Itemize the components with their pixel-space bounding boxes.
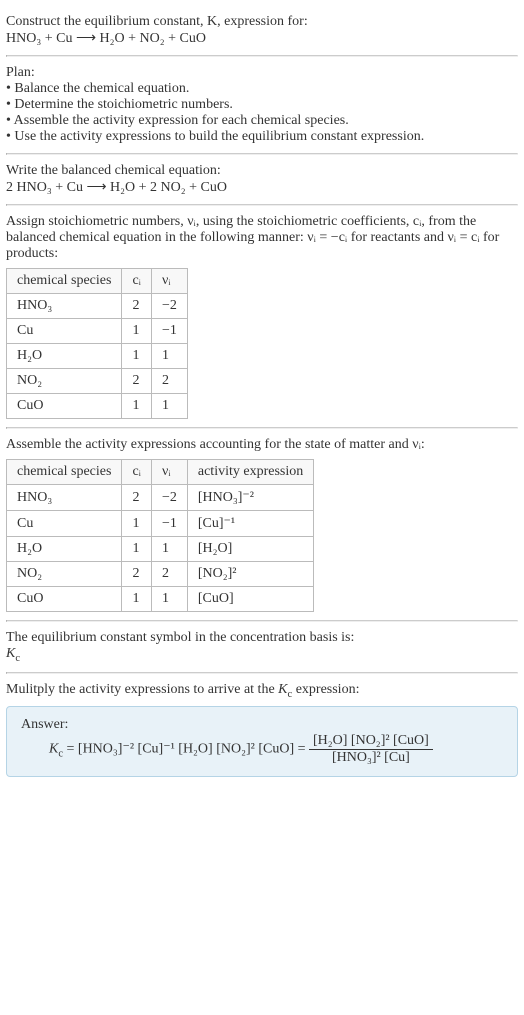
table-row: NO₂ 2 2 [NO₂]² (7, 562, 314, 587)
cell: 1 (151, 344, 187, 369)
cell: [H₂O] (187, 537, 313, 562)
cell: H₂O (7, 344, 122, 369)
cell: [CuO] (187, 587, 313, 612)
cell: 2 (151, 369, 187, 394)
assemble-text: Assemble the activity expressions accoun… (6, 437, 518, 453)
cell: NO₂ (7, 562, 122, 587)
cell: [NO₂]² (187, 562, 313, 587)
table-row: NO₂ 2 2 (7, 369, 188, 394)
multiply-block: Mulitply the activity expressions to arr… (6, 674, 518, 785)
balanced-eq: 2 HNO₃ + Cu ⟶ H₂O + 2 NO₂ + CuO (6, 179, 518, 196)
cell: −2 (151, 485, 187, 511)
cell: 2 (122, 485, 152, 511)
cell: NO₂ (7, 369, 122, 394)
balanced-heading: Write the balanced chemical equation: (6, 163, 518, 179)
answer-fraction: [H₂O] [NO₂]² [CuO] [HNO₃]² [Cu] (309, 733, 433, 766)
answer-den: [HNO₃]² [Cu] (309, 750, 433, 766)
cell: Cu (7, 511, 122, 537)
cell: −1 (151, 319, 187, 344)
cell: [Cu]⁻¹ (187, 511, 313, 537)
plan-block: Plan: • Balance the chemical equation. •… (6, 57, 518, 153)
cell: HNO₃ (7, 294, 122, 319)
assemble-block: Assemble the activity expressions accoun… (6, 429, 518, 620)
cell: 1 (122, 344, 152, 369)
plan-item: • Determine the stoichiometric numbers. (6, 97, 518, 113)
table-row: chemical species cᵢ νᵢ activity expressi… (7, 460, 314, 485)
table-row: Cu 1 −1 (7, 319, 188, 344)
cell: CuO (7, 587, 122, 612)
balanced-block: Write the balanced chemical equation: 2 … (6, 155, 518, 204)
symbol-text: The equilibrium constant symbol in the c… (6, 630, 518, 646)
table-row: HNO₃ 2 −2 [HNO₃]⁻² (7, 485, 314, 511)
col-header: νᵢ (151, 269, 187, 294)
cell: −1 (151, 511, 187, 537)
title-line1: Construct the equilibrium constant, K, e… (6, 14, 518, 30)
col-header: chemical species (7, 269, 122, 294)
table-row: HNO₃ 2 −2 (7, 294, 188, 319)
cell: 2 (122, 369, 152, 394)
answer-num: [H₂O] [NO₂]² [CuO] (309, 733, 433, 750)
table-row: chemical species cᵢ νᵢ (7, 269, 188, 294)
stoich-table: chemical species cᵢ νᵢ HNO₃ 2 −2 Cu 1 −1… (6, 268, 188, 419)
col-header: chemical species (7, 460, 122, 485)
plan-heading: Plan: (6, 65, 518, 81)
col-header: cᵢ (122, 460, 152, 485)
title-line2: HNO₃ + Cu ⟶ H₂O + NO₂ + CuO (6, 30, 518, 47)
cell: −2 (151, 294, 187, 319)
cell: 1 (122, 394, 152, 419)
plan-item: • Balance the chemical equation. (6, 81, 518, 97)
plan-item: • Use the activity expressions to build … (6, 129, 518, 145)
cell: 1 (151, 394, 187, 419)
assign-block: Assign stoichiometric numbers, νᵢ, using… (6, 206, 518, 427)
cell: 1 (122, 587, 152, 612)
cell: 1 (122, 511, 152, 537)
cell: 2 (122, 294, 152, 319)
answer-label: Answer: (21, 717, 503, 733)
symbol-sub: c (15, 653, 20, 664)
multiply-text: Mulitply the activity expressions to arr… (6, 682, 518, 700)
cell: CuO (7, 394, 122, 419)
symbol-value: K (6, 646, 15, 661)
cell: 1 (122, 319, 152, 344)
plan-item: • Assemble the activity expression for e… (6, 113, 518, 129)
table-row: CuO 1 1 [CuO] (7, 587, 314, 612)
cell: 1 (151, 587, 187, 612)
cell: Cu (7, 319, 122, 344)
cell: 1 (122, 537, 152, 562)
symbol-block: The equilibrium constant symbol in the c… (6, 622, 518, 672)
col-header: activity expression (187, 460, 313, 485)
cell: 2 (151, 562, 187, 587)
assign-text: Assign stoichiometric numbers, νᵢ, using… (6, 214, 518, 262)
table-row: CuO 1 1 (7, 394, 188, 419)
table-row: H₂O 1 1 (7, 344, 188, 369)
title-block: Construct the equilibrium constant, K, e… (6, 6, 518, 55)
cell: [HNO₃]⁻² (187, 485, 313, 511)
activity-table: chemical species cᵢ νᵢ activity expressi… (6, 459, 314, 612)
col-header: cᵢ (122, 269, 152, 294)
cell: HNO₃ (7, 485, 122, 511)
table-row: Cu 1 −1 [Cu]⁻¹ (7, 511, 314, 537)
table-row: H₂O 1 1 [H₂O] (7, 537, 314, 562)
cell: H₂O (7, 537, 122, 562)
cell: 2 (122, 562, 152, 587)
col-header: νᵢ (151, 460, 187, 485)
answer-box: Answer: Kc = [HNO₃]⁻² [Cu]⁻¹ [H₂O] [NO₂]… (6, 706, 518, 777)
cell: 1 (151, 537, 187, 562)
answer-expression: Kc = [HNO₃]⁻² [Cu]⁻¹ [H₂O] [NO₂]² [CuO] … (21, 733, 503, 766)
